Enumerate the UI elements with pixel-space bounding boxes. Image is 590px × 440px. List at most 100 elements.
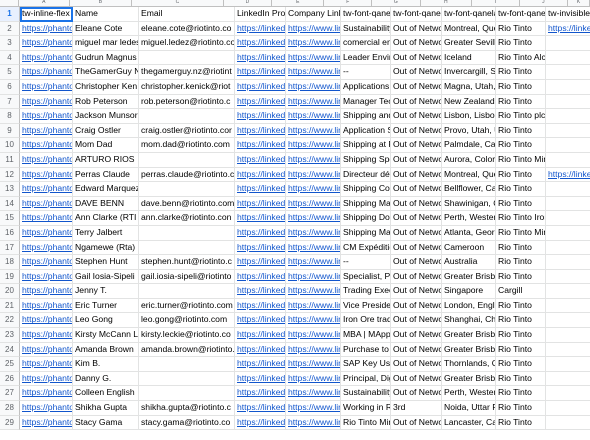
cell-i12[interactable]: Rio Tinto <box>496 167 546 183</box>
row-number[interactable]: 22 <box>0 313 20 329</box>
cell-h6[interactable]: Magna, Utah, Ur <box>442 79 496 95</box>
cell-d12[interactable]: https://linkedin.c <box>235 167 286 183</box>
cell-c24[interactable]: amanda.brown@riotinto. <box>139 342 235 358</box>
cell-g13[interactable]: Out of Network <box>391 182 442 197</box>
cell-j24[interactable] <box>546 343 590 358</box>
cell-g7[interactable]: Out of Network <box>391 94 442 110</box>
select-all-corner[interactable] <box>0 0 20 6</box>
cell-a26[interactable]: https://phantomb <box>20 371 73 387</box>
cell-a19[interactable]: https://phantomb <box>20 269 73 285</box>
cell-j7[interactable] <box>546 95 590 110</box>
cell-d7[interactable]: https://linkedin.c <box>235 94 286 110</box>
cell-e2[interactable]: https://www.linke <box>286 21 341 37</box>
cell-f13[interactable]: Shipping Coordir <box>341 182 391 197</box>
cell-a15[interactable]: https://phantomb <box>20 211 73 226</box>
cell-j9[interactable] <box>546 124 590 139</box>
cell-g21[interactable]: Out of Network <box>391 298 442 314</box>
cell-j13[interactable] <box>546 182 590 197</box>
cell-g5[interactable]: Out of Network <box>391 65 442 80</box>
cell-g9[interactable]: Out of Network <box>391 123 442 139</box>
cell-a3[interactable]: https://phantomb <box>20 36 73 51</box>
cell-d4[interactable]: https://linkedin.c <box>235 50 286 66</box>
cell-g11[interactable]: Out of Network <box>391 152 442 168</box>
row-number[interactable]: 11 <box>0 152 20 168</box>
cell-h7[interactable]: New Zealand <box>442 94 496 110</box>
cell-d16[interactable]: https://linkedin.c <box>235 225 286 241</box>
cell-e19[interactable]: https://www.linke <box>286 269 341 285</box>
cell-d25[interactable]: https://linkedin.c <box>235 357 286 372</box>
cell-c22[interactable]: leo.gong@riotinto.com <box>139 313 235 329</box>
cell-a7[interactable]: https://phantomb <box>20 94 73 110</box>
cell-f10[interactable]: Shipping at Rio T <box>341 138 391 153</box>
cell-f20[interactable]: Trading Executiv <box>341 284 391 299</box>
cell-b20[interactable]: Jenny T. <box>73 284 139 299</box>
cell-i26[interactable]: Rio Tinto <box>496 371 546 387</box>
cell-b25[interactable]: Kim B. <box>73 357 139 372</box>
row-number[interactable]: 19 <box>0 269 20 285</box>
cell-a16[interactable]: https://phantomb <box>20 225 73 241</box>
column-header-h[interactable]: H <box>421 0 472 6</box>
cell-j21[interactable] <box>546 299 590 314</box>
cell-g26[interactable]: Out of Network <box>391 371 442 387</box>
cell-f23[interactable]: MBA | MAppSci <box>341 328 391 343</box>
row-number[interactable]: 17 <box>0 240 20 256</box>
cell-c15[interactable]: ann.clarke@riotinto.con <box>139 211 235 226</box>
cell-h27[interactable]: Perth, Western A <box>442 386 496 402</box>
cell-a5[interactable]: https://phantomb <box>20 65 73 80</box>
cell-f7[interactable]: Manager Techno <box>341 94 391 110</box>
cell-j16[interactable] <box>546 226 590 241</box>
cell-i7[interactable]: Rio Tinto <box>496 94 546 110</box>
cell-g24[interactable]: Out of Network <box>391 342 442 358</box>
cell-i29[interactable]: Rio Tinto <box>496 415 546 431</box>
row-number[interactable]: 18 <box>0 255 20 270</box>
column-header-e[interactable]: E <box>272 0 325 6</box>
row-number[interactable]: 2 <box>0 21 20 37</box>
cell-j1[interactable]: tw-invisible href <box>546 7 590 22</box>
cell-h28[interactable]: Noida, Uttar Pra <box>442 401 496 416</box>
cell-b18[interactable]: Stephen Hunt <box>73 255 139 270</box>
cell-i9[interactable]: Rio Tinto <box>496 123 546 139</box>
cell-f4[interactable]: Leader Environm <box>341 50 391 66</box>
cell-b14[interactable]: DAVE BENN <box>73 196 139 212</box>
row-number[interactable]: 21 <box>0 298 20 314</box>
row-number[interactable]: 6 <box>0 79 20 95</box>
cell-i4[interactable]: Rio Tinto Alcan <box>496 50 546 66</box>
row-number[interactable]: 12 <box>0 167 20 183</box>
cell-f14[interactable]: Shipping Manag <box>341 196 391 212</box>
cell-f24[interactable]: Purchase to Pay <box>341 342 391 358</box>
cell-i1[interactable]: tw-font-qanelas <box>496 7 546 22</box>
cell-e28[interactable]: https://www.linke <box>286 401 341 416</box>
cell-d1[interactable]: LinkedIn Profile <box>235 7 286 22</box>
cell-h5[interactable]: Invercargill, Sou <box>442 65 496 80</box>
cell-d8[interactable]: https://linkedin.c <box>235 109 286 124</box>
cell-h29[interactable]: Lancaster, Califo <box>442 415 496 431</box>
cell-e9[interactable]: https://www.linke <box>286 123 341 139</box>
cell-c23[interactable]: kirsty.leckie@riotinto.co <box>139 328 235 343</box>
cell-d2[interactable]: https://linkedin.c <box>235 21 286 37</box>
row-number[interactable]: 14 <box>0 196 20 212</box>
cell-i28[interactable]: Rio Tinto <box>496 401 546 416</box>
cell-f25[interactable]: SAP Key User - <box>341 357 391 372</box>
cell-b13[interactable]: Edward Marquez <box>73 182 139 197</box>
cell-j14[interactable] <box>546 197 590 212</box>
cell-a2[interactable]: https://phantomb <box>20 21 73 37</box>
cell-i5[interactable]: Rio Tinto <box>496 65 546 80</box>
cell-h9[interactable]: Provo, Utah, Uni <box>442 123 496 139</box>
cell-c7[interactable]: rob.peterson@riotinto.c <box>139 94 235 110</box>
cell-c3[interactable]: miguel.ledez@riotinto.co <box>139 36 235 51</box>
cell-j2[interactable]: https://linkedin.c <box>546 22 590 37</box>
cell-c18[interactable]: stephen.hunt@riotinto.c <box>139 255 235 270</box>
cell-i24[interactable]: Rio Tinto <box>496 342 546 358</box>
cell-e10[interactable]: https://www.linke <box>286 138 341 153</box>
cell-e8[interactable]: https://www.linke <box>286 109 341 124</box>
cell-h16[interactable]: Atlanta, Georgia <box>442 225 496 241</box>
cell-c4[interactable] <box>139 50 235 66</box>
cell-j17[interactable] <box>546 241 590 256</box>
cell-c21[interactable]: eric.turner@riotinto.com <box>139 298 235 314</box>
cell-c20[interactable] <box>139 284 235 299</box>
cell-b6[interactable]: Christopher Ken <box>73 79 139 95</box>
cell-f27[interactable]: Sustainability Bu <box>341 386 391 402</box>
cell-c12[interactable]: perras.claude@riotinto.c <box>139 167 235 183</box>
row-number[interactable]: 29 <box>0 415 20 431</box>
cell-i3[interactable]: Rio Tinto <box>496 36 546 51</box>
